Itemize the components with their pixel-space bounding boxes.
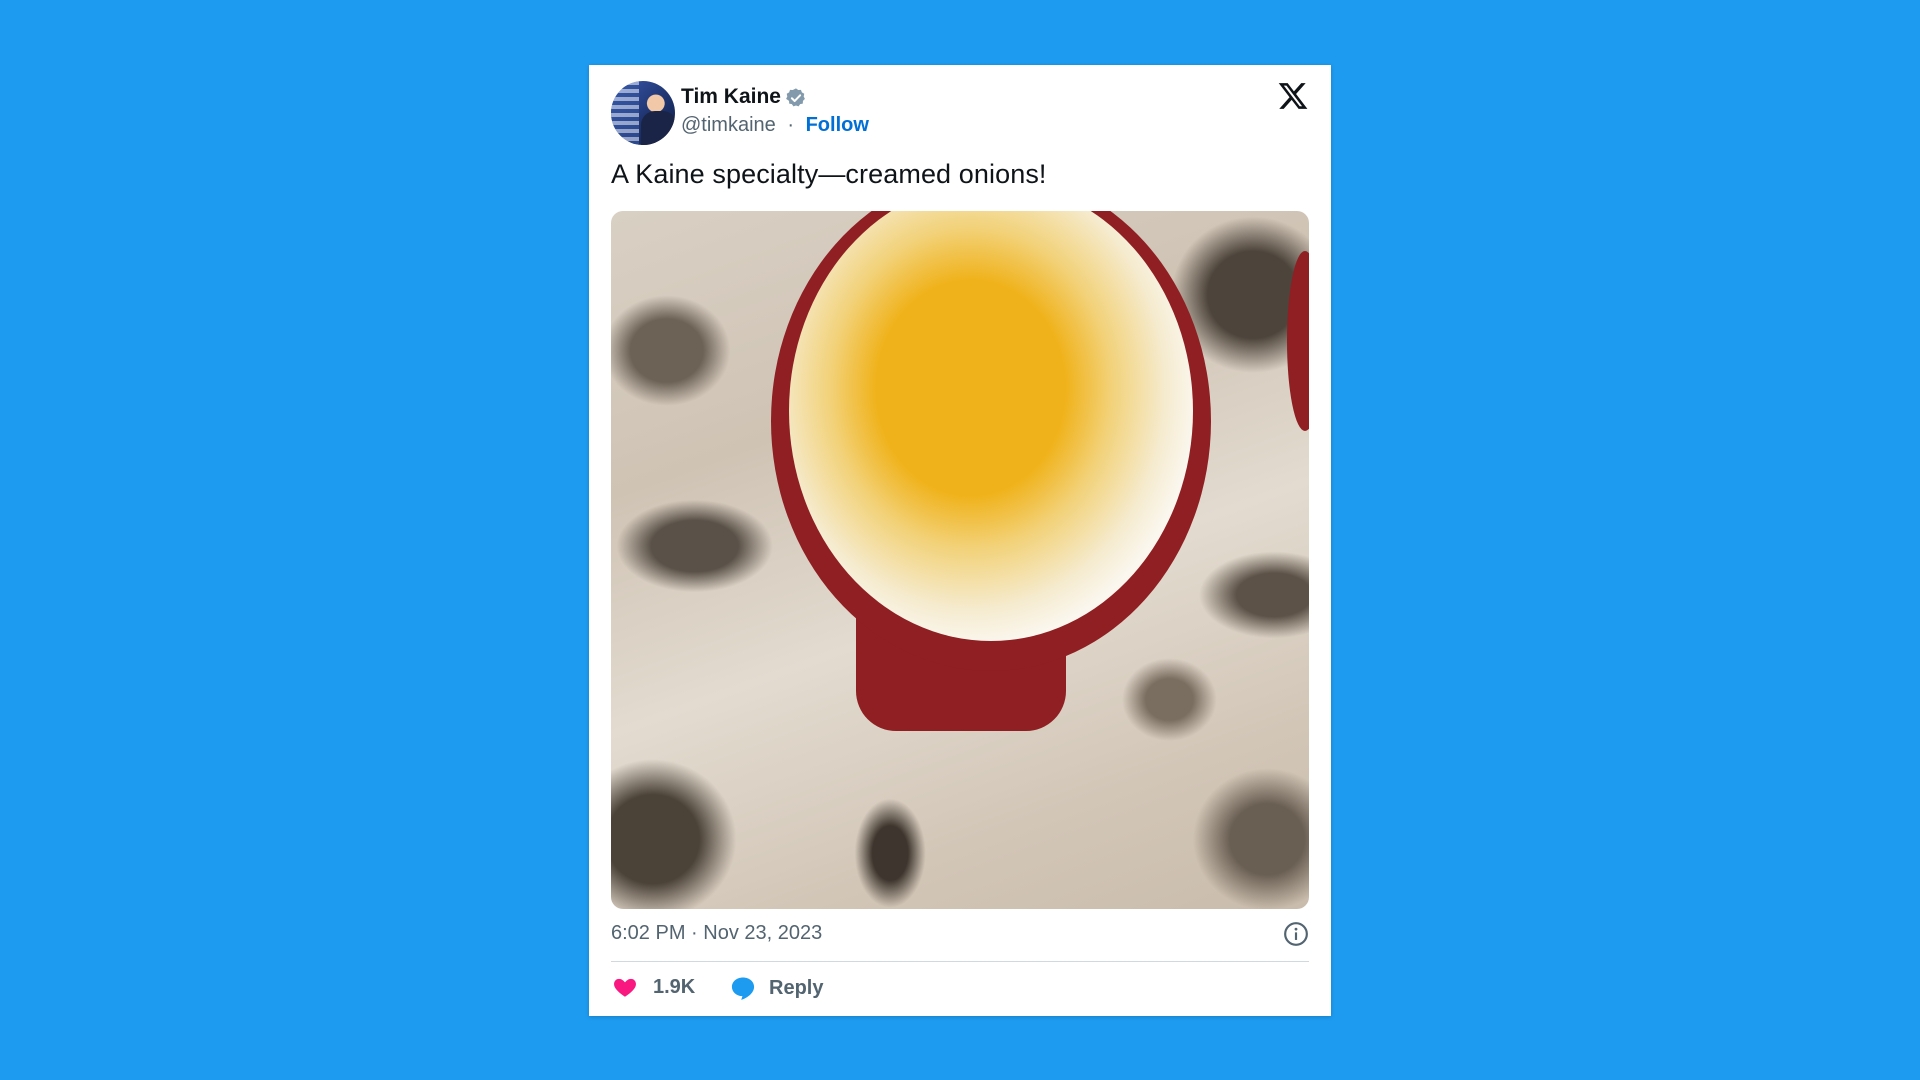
author-name[interactable]: Tim Kaine <box>681 85 781 109</box>
reply-button[interactable]: Reply <box>729 974 823 1002</box>
verified-badge-icon <box>786 88 805 107</box>
speech-bubble-icon <box>731 977 755 1000</box>
reply-label: Reply <box>769 976 824 999</box>
author-avatar[interactable] <box>611 81 675 145</box>
like-button[interactable]: 1.9K <box>611 974 695 1000</box>
like-count: 1.9K <box>653 975 696 998</box>
info-icon[interactable] <box>1283 921 1309 947</box>
author-handle[interactable]: @timkaine <box>681 114 776 136</box>
tweet-photo[interactable] <box>611 211 1309 909</box>
follow-button[interactable]: Follow <box>806 114 869 136</box>
second-dish-edge <box>1287 251 1309 431</box>
x-logo-icon[interactable] <box>1277 80 1309 112</box>
tweet-text: A Kaine specialty—creamed onions! <box>611 159 1047 189</box>
avatar-flag-background <box>611 81 639 145</box>
handle-separator: · <box>787 114 795 136</box>
avatar-figure <box>641 111 675 145</box>
tweet-timestamp[interactable]: 6:02 PM · Nov 23, 2023 <box>611 922 822 945</box>
divider <box>611 961 1309 962</box>
handle-row: @timkaine · Follow <box>681 114 869 137</box>
heart-icon <box>614 978 636 997</box>
tweet-card: Tim Kaine @timkaine · Follow A Kaine spe… <box>589 65 1331 1016</box>
